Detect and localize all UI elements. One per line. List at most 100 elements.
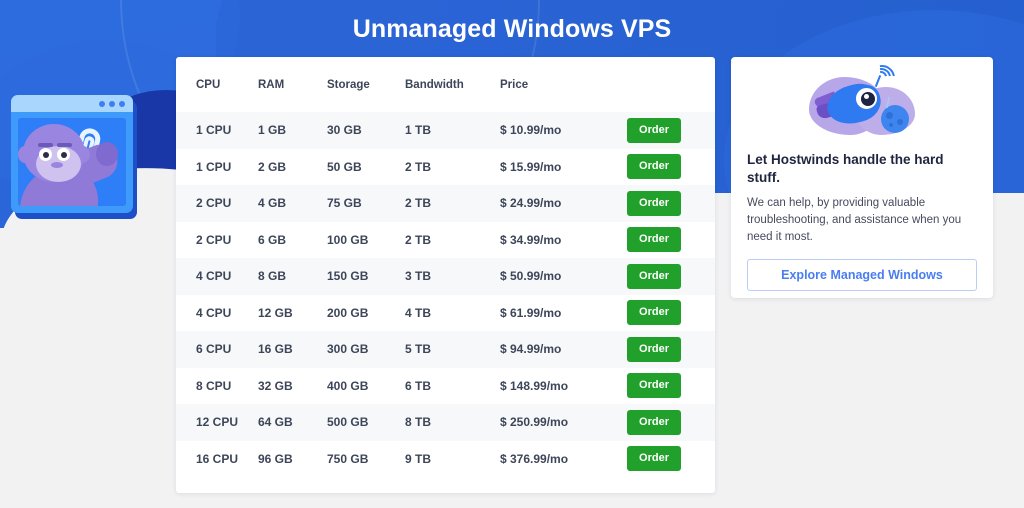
cell-storage: 750 GB — [327, 451, 369, 466]
table-row: 2 CPU 4 GB 75 GB 2 TB $ 24.99/mo Order — [176, 185, 715, 222]
cell-price: $ 61.99/mo — [500, 305, 562, 320]
order-button[interactable]: Order — [627, 263, 681, 289]
cell-storage: 200 GB — [327, 305, 369, 320]
cell-action: Order — [627, 404, 715, 441]
cell-cpu: 2 CPU — [196, 196, 232, 211]
cell-price: $ 250.99/mo — [500, 415, 569, 430]
cell-price: $ 376.99/mo — [500, 451, 569, 466]
rocket-moon-icon — [803, 59, 921, 139]
cell-ram: 8 GB — [258, 269, 287, 284]
cell-ram: 96 GB — [258, 451, 293, 466]
order-button[interactable]: Order — [627, 336, 681, 362]
order-button[interactable]: Order — [627, 117, 681, 143]
column-header-price: Price — [500, 78, 529, 91]
gorilla-eye-right — [57, 148, 70, 161]
order-button[interactable]: Order — [627, 190, 681, 216]
moon-crater — [889, 123, 893, 127]
cell-price: $ 148.99/mo — [500, 378, 569, 393]
mascot-browser-window — [11, 95, 133, 213]
page-title: Unmanaged Windows VPS — [352, 15, 672, 43]
cell-storage: 30 GB — [327, 123, 362, 138]
table-row: 8 CPU 32 GB 400 GB 6 TB $ 148.99/mo Order — [176, 368, 715, 405]
cell-storage: 150 GB — [327, 269, 369, 284]
gorilla-nose — [51, 162, 63, 168]
gorilla-brow-right — [57, 143, 72, 147]
cell-action: Order — [627, 368, 715, 405]
cell-ram: 16 GB — [258, 342, 293, 357]
table-row: 16 CPU 96 GB 750 GB 9 TB $ 376.99/mo Order — [176, 441, 715, 478]
column-header-cpu: CPU — [196, 78, 221, 91]
cell-action: Order — [627, 295, 715, 332]
cell-price: $ 94.99/mo — [500, 342, 562, 357]
cell-bandwidth: 5 TB — [405, 342, 432, 357]
column-header-action — [627, 57, 715, 112]
cell-bandwidth: 4 TB — [405, 305, 432, 320]
mascot-titlebar — [11, 95, 133, 112]
mascot-titlebar-dot — [119, 101, 125, 107]
cell-cpu: 1 CPU — [196, 123, 232, 138]
order-button[interactable]: Order — [627, 154, 681, 180]
pricing-table-body: 1 CPU 1 GB 30 GB 1 TB $ 10.99/mo Order 1 CPU 2 … — [176, 112, 715, 477]
cell-action: Order — [627, 185, 715, 222]
pricing-table-head: CPU RAM Storage Bandwidth Price — [176, 57, 715, 112]
cell-bandwidth: 3 TB — [405, 269, 432, 284]
cell-storage: 500 GB — [327, 415, 369, 430]
order-button[interactable]: Order — [627, 227, 681, 253]
column-header-bandwidth: Bandwidth — [405, 78, 464, 91]
order-button[interactable]: Order — [627, 300, 681, 326]
cell-cpu: 2 CPU — [196, 232, 232, 247]
cell-price: $ 10.99/mo — [500, 123, 562, 138]
gorilla-brow-left — [38, 143, 53, 147]
gorilla-mascot-icon — [11, 95, 141, 219]
order-button[interactable]: Order — [627, 446, 681, 472]
rocket-eye-pupil — [861, 92, 875, 106]
explore-managed-windows-button[interactable]: Explore Managed Windows — [747, 259, 977, 292]
promo-description: We can help, by providing valuable troub… — [747, 197, 962, 243]
cell-ram: 2 GB — [258, 159, 287, 174]
table-row: 2 CPU 6 GB 100 GB 2 TB $ 34.99/mo Order — [176, 222, 715, 259]
order-button[interactable]: Order — [627, 373, 681, 399]
table-row: 12 CPU 64 GB 500 GB 8 TB $ 250.99/mo Order — [176, 404, 715, 441]
pricing-table-card: CPU RAM Storage Bandwidth Price 1 CPU 1 G… — [176, 57, 715, 493]
managed-windows-promo-card: Let Hostwinds handle the hard stuff. We … — [731, 57, 993, 298]
table-row: 4 CPU 8 GB 150 GB 3 TB $ 50.99/mo Order — [176, 258, 715, 295]
cell-ram: 6 GB — [258, 232, 287, 247]
column-header-storage: Storage — [327, 78, 370, 91]
cell-ram: 4 GB — [258, 196, 287, 211]
cell-cpu: 1 CPU — [196, 159, 232, 174]
moon-icon — [881, 105, 909, 133]
cell-price: $ 24.99/mo — [500, 196, 562, 211]
mascot-titlebar-dot — [109, 101, 115, 107]
cell-bandwidth: 6 TB — [405, 378, 432, 393]
cell-ram: 64 GB — [258, 415, 293, 430]
cell-bandwidth: 2 TB — [405, 159, 432, 174]
order-button[interactable]: Order — [627, 409, 681, 435]
cell-cpu: 16 CPU — [196, 451, 239, 466]
cell-action: Order — [627, 258, 715, 295]
cell-storage: 75 GB — [327, 196, 362, 211]
mascot-screen — [18, 118, 126, 206]
cell-bandwidth: 8 TB — [405, 415, 432, 430]
moon-crater — [886, 112, 893, 119]
cell-ram: 12 GB — [258, 305, 293, 320]
cell-action: Order — [627, 331, 715, 368]
cell-cpu: 4 CPU — [196, 305, 232, 320]
cell-bandwidth: 2 TB — [405, 232, 432, 247]
cell-ram: 32 GB — [258, 378, 293, 393]
promo-title: Let Hostwinds handle the hard stuff. — [747, 152, 944, 186]
cell-storage: 100 GB — [327, 232, 369, 247]
cell-price: $ 34.99/mo — [500, 232, 562, 247]
cell-action: Order — [627, 222, 715, 259]
table-row: 6 CPU 16 GB 300 GB 5 TB $ 94.99/mo Order — [176, 331, 715, 368]
cell-bandwidth: 1 TB — [405, 123, 432, 138]
cell-action: Order — [627, 112, 715, 149]
table-row: 1 CPU 1 GB 30 GB 1 TB $ 10.99/mo Order — [176, 112, 715, 149]
moon-crater — [897, 119, 903, 125]
cell-action: Order — [627, 149, 715, 186]
cell-cpu: 12 CPU — [196, 415, 239, 430]
cell-bandwidth: 9 TB — [405, 451, 432, 466]
cell-action: Order — [627, 441, 715, 478]
gorilla-eye-left — [39, 148, 52, 161]
table-header-row: CPU RAM Storage Bandwidth Price — [176, 57, 715, 112]
column-header-ram: RAM — [258, 78, 285, 91]
